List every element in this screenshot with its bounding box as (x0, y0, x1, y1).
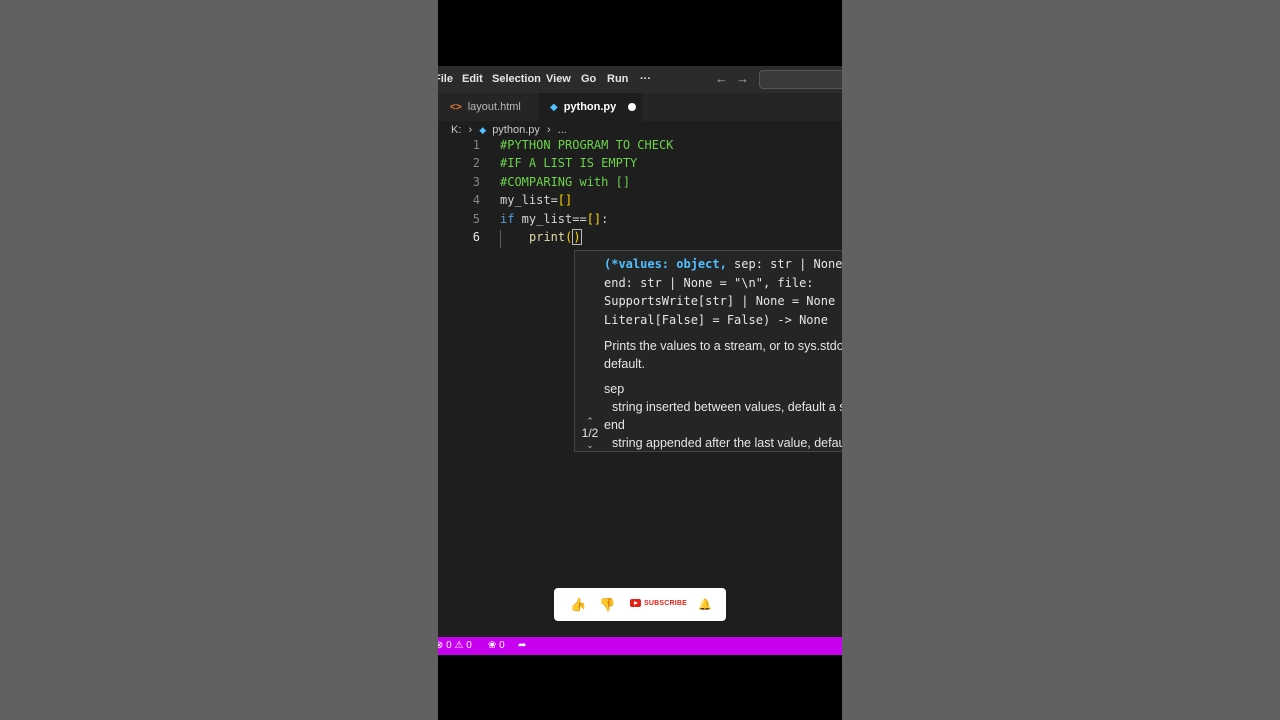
line-number: 1 (472, 138, 480, 152)
tab-bar: <> layout.html ◆ python.py (438, 93, 842, 121)
menu-go[interactable]: Go (581, 73, 596, 85)
param-name: sep (604, 382, 625, 396)
pager-count: 1/2 (581, 426, 599, 440)
menu-selection[interactable]: Selection (492, 73, 541, 85)
thumbs-down-icon[interactable]: 👎 (599, 597, 615, 613)
error-count[interactable]: ⊗ 0 ⚠ 0 (438, 640, 472, 651)
signature-line: SupportsWrite[str] | None = None (604, 294, 836, 308)
phone-frame: File Edit Selection View Go Run ··· ← → … (438, 0, 842, 720)
code-text: my_list=[] (500, 193, 573, 208)
code-line: 3 #COMPARING with [] (438, 175, 842, 193)
status-bar: ⊗ 0 ⚠ 0 ❀ 0 ➦ (438, 637, 842, 655)
breadcrumb: K: › ◆ python.py › ... (451, 124, 571, 136)
doc-line: default. (604, 357, 646, 371)
vscode-window: File Edit Selection View Go Run ··· ← → … (438, 66, 842, 655)
line-number: 2 (472, 156, 480, 171)
errors-value: 0 (446, 640, 452, 651)
tab-label: python.py (563, 101, 617, 113)
code-text: #PYTHON PROGRAM TO CHECK (500, 138, 674, 152)
unsaved-dot-icon[interactable] (628, 103, 637, 111)
menu-view[interactable]: View (546, 73, 571, 85)
live-share-icon[interactable]: ➦ (518, 640, 526, 651)
param-name: end (604, 418, 625, 432)
signature-line: Literal[False] = False) -> None (604, 312, 828, 327)
line-number: 3 (472, 174, 480, 189)
line-number: 5 (472, 211, 480, 226)
menu-more[interactable]: ··· (640, 73, 651, 85)
subscribe-button[interactable]: SUBSCRIBE (644, 600, 687, 607)
active-parameter: (*values: object, (604, 257, 727, 271)
tab-python-py[interactable]: ◆ python.py (538, 93, 642, 121)
line-number: 6 (472, 230, 480, 244)
signature-line: end: str | None = "\n", file: (604, 275, 814, 290)
param-desc: string inserted between values, default … (612, 400, 842, 414)
bell-icon[interactable]: 🔔 (698, 598, 712, 611)
python-file-icon: ◆ (479, 125, 487, 135)
code-line: 1 #PYTHON PROGRAM TO CHECK (438, 138, 842, 156)
youtube-logo-icon (630, 599, 641, 607)
signature-text: (*values: object, sep: str | None end: s… (604, 255, 842, 329)
code-text: #IF A LIST IS EMPTY (500, 156, 638, 171)
param-desc: string appended after the last value, de… (612, 436, 842, 450)
command-center-search[interactable] (759, 70, 842, 89)
menu-edit[interactable]: Edit (462, 73, 483, 85)
breadcrumb-more[interactable]: ... (558, 124, 567, 136)
code-line-current: 6 print() (438, 229, 842, 248)
code-line: 4 my_list=[] (438, 193, 842, 211)
tab-label: layout.html (467, 101, 521, 113)
ports-value: 0 (499, 640, 505, 651)
code-line: 5 if my_list==[]: (438, 212, 842, 230)
chevron-down-icon[interactable]: ⌄ (577, 439, 603, 451)
html-file-icon: <> (450, 101, 462, 113)
code-text: print() (529, 229, 582, 245)
code-text: #COMPARING with [] (500, 174, 631, 189)
breadcrumb-file[interactable]: python.py (492, 124, 540, 136)
blurred-background-left (0, 0, 438, 720)
signature-line: sep: str | None (726, 257, 842, 271)
blurred-background-right (842, 0, 1280, 720)
docstring: Prints the values to a stream, or to sys… (604, 337, 842, 451)
code-text: if my_list==[]: (500, 211, 609, 226)
code-line: 2 #IF A LIST IS EMPTY (438, 156, 842, 174)
warnings-value: 0 (466, 640, 472, 651)
menu-run[interactable]: Run (607, 73, 628, 85)
arrow-right-icon[interactable]: → (736, 71, 749, 86)
arrow-left-icon[interactable]: ← (715, 71, 728, 86)
signature-pager[interactable]: ⌃ 1/2 ⌄ (577, 415, 603, 451)
menu-file[interactable]: File (438, 73, 453, 85)
chevron-right-icon: › (468, 124, 473, 136)
tab-layout-html[interactable]: <> layout.html (438, 93, 538, 121)
signature-help-popup: ⌃ 1/2 ⌄ (*values: object, sep: str | Non… (574, 250, 842, 452)
indent-guide (500, 230, 501, 248)
python-file-icon: ◆ (550, 101, 558, 113)
breadcrumb-drive[interactable]: K: (451, 124, 461, 136)
ports-count[interactable]: ❀ 0 (488, 640, 505, 651)
menu-bar: File Edit Selection View Go Run ··· ← → (438, 66, 842, 93)
doc-line: Prints the values to a stream, or to sys… (604, 339, 842, 353)
line-number: 4 (472, 193, 480, 208)
chevron-right-icon: › (546, 124, 551, 136)
